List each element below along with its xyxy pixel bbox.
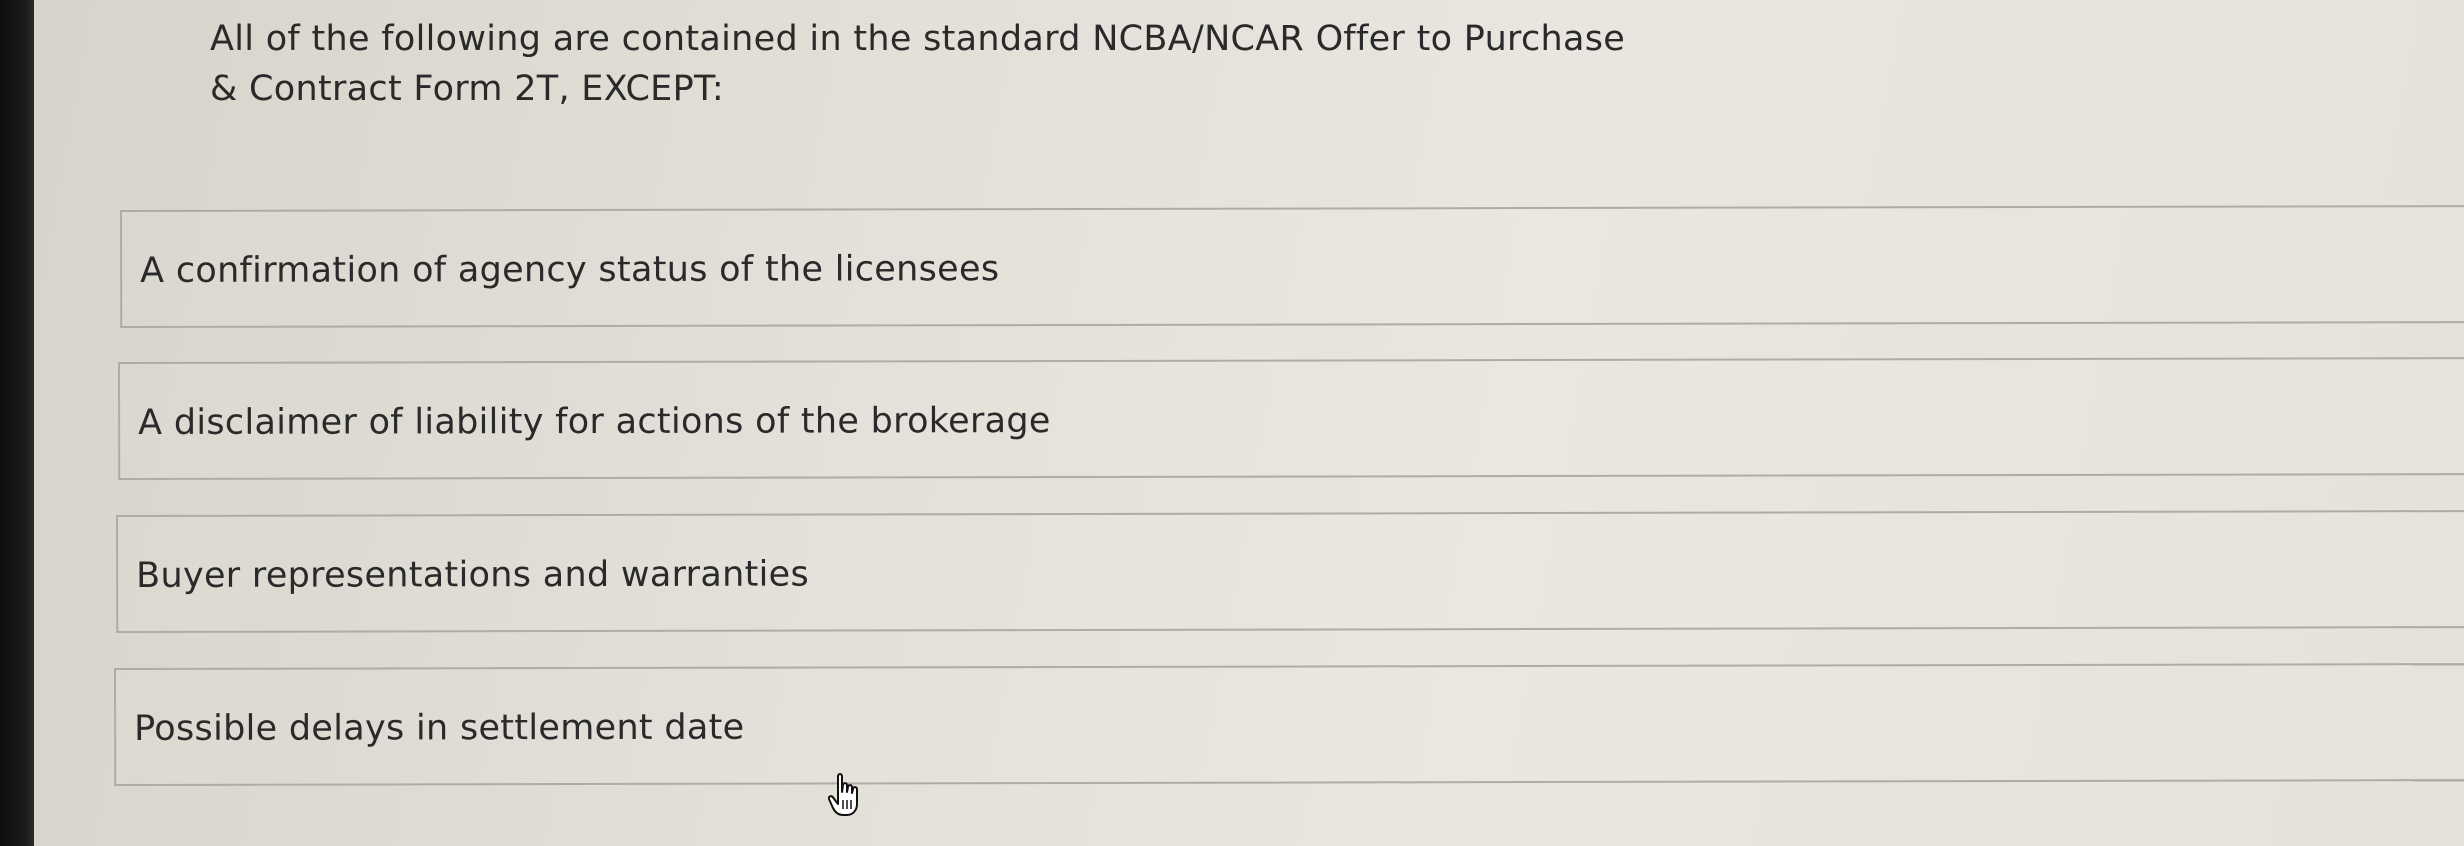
question-line-2: & Contract Form 2T, EXCEPT: bbox=[210, 69, 724, 109]
answer-option-label: A disclaimer of liability for actions of… bbox=[138, 401, 1051, 443]
question-line-1: All of the following are contained in th… bbox=[210, 19, 1626, 59]
hand-pointer-icon bbox=[827, 772, 866, 818]
answer-option-a[interactable]: A confirmation of agency status of the l… bbox=[120, 205, 2464, 328]
answer-option-label: A confirmation of agency status of the l… bbox=[140, 249, 1000, 291]
answer-option-c[interactable]: Buyer representations and warranties bbox=[116, 510, 2464, 633]
answer-option-label: Buyer representations and warranties bbox=[136, 554, 810, 596]
monitor-bezel bbox=[0, 0, 34, 846]
answer-option-label: Possible delays in settlement date bbox=[134, 707, 745, 749]
answer-option-d[interactable]: Possible delays in settlement date bbox=[114, 663, 2464, 786]
question-text: All of the following are contained in th… bbox=[210, 14, 1850, 114]
answer-option-b[interactable]: A disclaimer of liability for actions of… bbox=[118, 357, 2464, 480]
